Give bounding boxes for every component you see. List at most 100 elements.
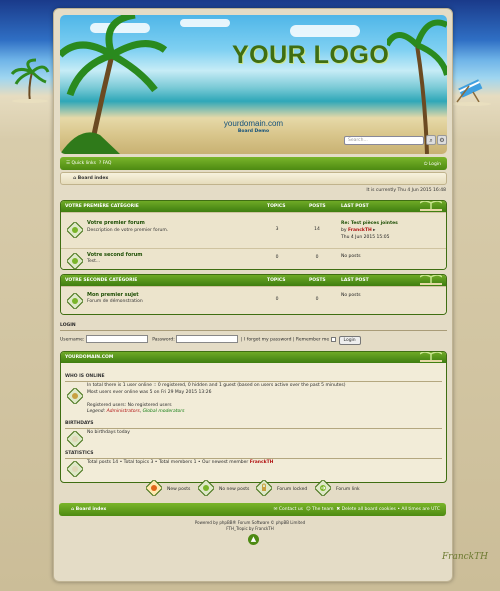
- registered-users: Registered users: No registered users: [87, 402, 172, 408]
- stats-header: YOURDOMAIN.COM: [61, 352, 446, 363]
- site-logo[interactable]: YOUR LOGO: [232, 41, 389, 70]
- login-link-wrap: ⏻ Login: [424, 161, 441, 167]
- footer-bar: ⌂ Board index ✉ Contact us ☺ The team ✖ …: [59, 503, 446, 516]
- forum-topics-count: 3: [275, 227, 279, 232]
- legend-forum-locked-label: Forum locked: [277, 487, 308, 492]
- palm-decoration-icon: [420, 352, 442, 362]
- legend-mods[interactable]: Global moderators: [143, 409, 185, 414]
- last-post-author[interactable]: FranckTH: [348, 228, 372, 233]
- forum-posts-count: 14: [314, 227, 320, 232]
- quick-links[interactable]: Quick links: [71, 161, 95, 166]
- forum-last-post: No posts: [341, 254, 361, 259]
- powered-by[interactable]: Powered by phpBB® Forum Software © phpBB…: [195, 520, 305, 525]
- advanced-search-icon[interactable]: ⚙: [437, 135, 447, 145]
- login-button[interactable]: Login: [338, 335, 361, 345]
- forum-title[interactable]: Mon premier sujet: [87, 292, 139, 298]
- stats-title: YOURDOMAIN.COM: [65, 355, 114, 360]
- faq-link[interactable]: FAQ: [103, 161, 112, 166]
- username-label: Username:: [60, 337, 85, 343]
- forum-row[interactable]: Votre premier forum Description de votre…: [61, 212, 446, 248]
- login-row: Username: Password: | I forgot my passwo…: [60, 335, 361, 345]
- who-is-online-title[interactable]: WHO IS ONLINE: [65, 374, 105, 379]
- col-posts: POSTS: [309, 204, 326, 209]
- forum-title[interactable]: Votre premier forum: [87, 220, 145, 226]
- breadcrumb-board-index[interactable]: ⌂ Board index: [73, 176, 108, 181]
- forum-last-post: Re: Test pièces jointes by FranckTH ▸ Th…: [341, 220, 398, 241]
- legend-forum-link-label: Forum link: [336, 487, 360, 492]
- forum-title[interactable]: Votre second forum: [87, 252, 143, 258]
- delete-cookies-icon: ✖: [336, 507, 341, 512]
- category-title[interactable]: VOTRE PREMIÈRE CATÉGORIE: [65, 204, 139, 209]
- online-record: Most users ever online was 5 on Fri 29 M…: [87, 389, 212, 395]
- birthdays-section: BIRTHDAYS No birthdays today: [61, 419, 446, 449]
- forum-posts-count: 0: [315, 255, 319, 260]
- category-title[interactable]: VOTRE SECONDE CATÉGORIE: [65, 278, 137, 283]
- footer-links: ✉ Contact us ☺ The team ✖ Delete all boa…: [273, 507, 440, 512]
- col-topics: TOPICS: [267, 278, 286, 283]
- birthdays-text: No birthdays today: [87, 430, 130, 435]
- col-posts: POSTS: [309, 278, 326, 283]
- beach-chair-decoration: [451, 79, 491, 106]
- statistics-summary: Total posts 14 • Total topics 3 • Total …: [87, 460, 249, 465]
- signature: FranckTH: [441, 552, 488, 562]
- username-field[interactable]: [85, 335, 148, 343]
- quick-links-icon: ☰: [66, 161, 71, 166]
- delete-cookies-link[interactable]: Delete all board cookies: [342, 507, 396, 512]
- site-domain: yourdomain.com: [223, 119, 284, 128]
- new-posts-icon: [146, 480, 162, 496]
- forum-last-post: No posts: [341, 293, 361, 298]
- cloud: [290, 25, 360, 37]
- no-new-posts-icon: [198, 480, 214, 496]
- view-latest-post-icon[interactable]: ▸: [373, 228, 375, 233]
- last-post-title[interactable]: Re: Test pièces jointes: [341, 221, 398, 226]
- forum-posts-count: 0: [315, 297, 319, 302]
- category-1: VOTRE PREMIÈRE CATÉGORIE TOPICS POSTS LA…: [60, 200, 447, 270]
- col-topics: TOPICS: [267, 204, 286, 209]
- search-input[interactable]: Search...: [344, 136, 424, 145]
- legend-admins[interactable]: Administrators: [107, 409, 140, 414]
- col-lastpost: LAST POST: [341, 278, 369, 283]
- statistics-box: YOURDOMAIN.COM WHO IS ONLINE In total th…: [60, 351, 447, 483]
- forum-read-icon: [67, 222, 83, 238]
- last-post-date: Thu 4 Jun 2015 15:05: [341, 235, 390, 240]
- divider: [65, 381, 442, 382]
- forum-topics-count: 0: [275, 297, 279, 302]
- palm-decoration-icon: [420, 201, 442, 211]
- login-form: LOGIN Username: Password: | I forgot my …: [60, 323, 447, 349]
- remember-me-checkbox[interactable]: [330, 336, 336, 342]
- forum-description: Test...: [87, 259, 101, 264]
- statistics-icon: [67, 461, 83, 477]
- forum-topics-count: 0: [275, 255, 279, 260]
- forum-read-icon: [67, 253, 83, 269]
- category-header: VOTRE SECONDE CATÉGORIE TOPICS POSTS LAS…: [61, 275, 446, 286]
- timezone-text: All times are UTC: [401, 507, 440, 512]
- col-lastpost: LAST POST: [341, 204, 369, 209]
- category-2: VOTRE SECONDE CATÉGORIE TOPICS POSTS LAS…: [60, 274, 447, 315]
- login-title: LOGIN: [60, 323, 76, 328]
- style-credit[interactable]: FTH_Tropic by FranckTH: [226, 526, 273, 531]
- cloud: [180, 19, 230, 27]
- forgot-password-link[interactable]: I forgot my password: [244, 338, 292, 343]
- remember-me-label: Remember me: [295, 337, 330, 343]
- nav-bar: ☰ Quick links ? FAQ ⏻ Login: [60, 157, 447, 170]
- site-description: Board Demo: [237, 129, 270, 134]
- category-header: VOTRE PREMIÈRE CATÉGORIE TOPICS POSTS LA…: [61, 201, 446, 212]
- birthday-icon: [67, 431, 83, 447]
- forum-row[interactable]: Votre second forum Test... 0 0 No posts: [61, 248, 446, 269]
- statistics-text: Total posts 14 • Total topics 3 • Total …: [87, 460, 273, 467]
- forum-row[interactable]: Mon premier sujet Forum de démonstration…: [61, 286, 446, 314]
- statistics-title: STATISTICS: [65, 451, 94, 456]
- contact-link[interactable]: Contact us: [279, 507, 303, 512]
- team-link[interactable]: The team: [312, 507, 333, 512]
- legend-new-posts-label: New posts: [167, 487, 191, 492]
- footer-board-index[interactable]: ⌂ Board index: [71, 507, 106, 512]
- login-link[interactable]: Login: [429, 162, 441, 167]
- back-to-top-icon[interactable]: ▲: [248, 534, 259, 545]
- password-label: Password:: [152, 337, 175, 343]
- password-field[interactable]: [176, 335, 239, 343]
- newest-member-link[interactable]: FranckTH: [250, 460, 274, 465]
- forum-link-icon: [315, 480, 331, 496]
- contact-icon: ✉: [273, 507, 278, 512]
- login-icon: ⏻: [423, 162, 428, 167]
- search-icon[interactable]: ⌕: [426, 135, 436, 145]
